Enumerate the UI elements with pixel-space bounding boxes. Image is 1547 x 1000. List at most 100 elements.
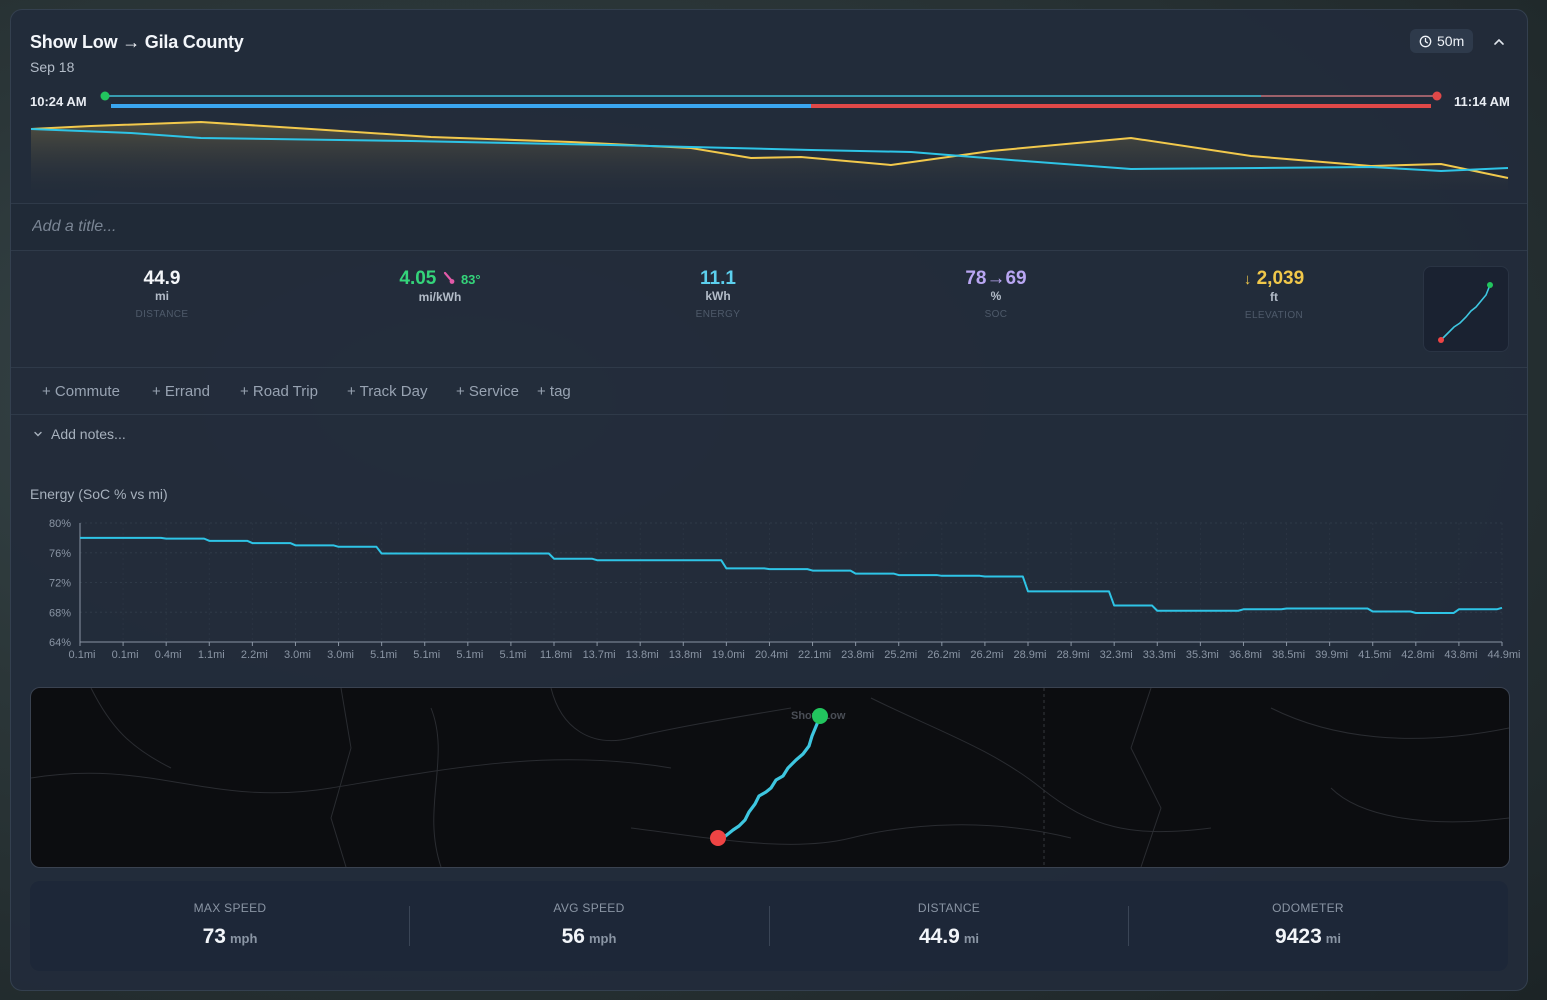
energy-x-tick-label: 5.1mi: [499, 649, 526, 661]
elevation-value: 2,039: [1256, 268, 1305, 289]
elevation-unit: ft: [1270, 290, 1278, 304]
stat-soc: 78→69 % SOC: [926, 268, 1066, 321]
energy-y-tick-label: 64%: [49, 637, 71, 649]
summary-max-speed: MAX SPEED 73 mph: [50, 881, 410, 971]
energy-y-tick-label: 80%: [49, 518, 71, 530]
energy-x-tick-label: 0.1mi: [69, 649, 96, 661]
summary-label: MAX SPEED: [193, 901, 267, 915]
route-map[interactable]: Show Low: [30, 687, 1510, 868]
energy-x-tick-label: 26.2mi: [970, 649, 1003, 661]
energy-x-tick-label: 28.9mi: [1013, 649, 1046, 661]
timeline-start-dot[interactable]: [100, 91, 110, 101]
distance-value: 44.9: [143, 268, 181, 289]
summary-odometer: ODOMETER 9423 mi: [1128, 881, 1488, 971]
summary-value: 56: [561, 925, 585, 948]
energy-x-tick-label: 3.0mi: [284, 649, 311, 661]
summary-unit: mph: [229, 931, 258, 946]
trip-title-input[interactable]: [30, 213, 934, 241]
stat-distance: 44.9 mi DISTANCE: [92, 268, 232, 321]
summary-distance: DISTANCE 44.9 mi: [769, 881, 1129, 971]
arrow-down-icon: ↓: [1243, 271, 1252, 288]
energy-x-tick-label: 19.0mi: [712, 649, 745, 661]
energy-x-tick-label: 3.0mi: [327, 649, 354, 661]
energy-x-tick-label: 32.3mi: [1100, 649, 1133, 661]
energy-x-tick-label: 1.1mi: [198, 649, 225, 661]
soc-unit: %: [990, 289, 1002, 303]
efficiency-value: 4.05: [399, 268, 437, 289]
tag-track-day[interactable]: + Track Day: [347, 383, 427, 400]
soc-value: 78→69: [965, 268, 1027, 289]
elevation-value-row: ↓ 2,039: [1204, 269, 1344, 290]
summary-value-row: 73 mph: [50, 925, 410, 949]
soc-label: SOC: [984, 309, 1008, 320]
energy-x-tick-label: 2.2mi: [241, 649, 268, 661]
energy-x-tick-label: 44.9mi: [1487, 649, 1520, 661]
summary-unit: mi: [963, 931, 980, 946]
tag-add[interactable]: + tag: [537, 383, 571, 400]
energy-chart[interactable]: 80%76%72%68%64%0.1mi 0.1mi 0.4mi 1.1mi 2.2mi…: [11, 505, 1528, 665]
mini-end-dot: [1438, 337, 1444, 343]
energy-x-tick-label: 33.3mi: [1143, 649, 1176, 661]
trip-timeline-chart[interactable]: [11, 10, 1528, 202]
mini-route-svg: [1438, 282, 1493, 343]
summary-value-row: 44.9 mi: [769, 925, 1129, 949]
summary-panel: MAX SPEED 73 mph AVG SPEED 56 mph DISTANCE…: [30, 881, 1508, 971]
tag-commute[interactable]: + Commute: [42, 383, 120, 400]
mini-route-map[interactable]: [1423, 266, 1509, 352]
mini-start-dot: [1487, 282, 1493, 288]
timeline-end-dot[interactable]: [1432, 91, 1442, 101]
energy-soc-line: [80, 536, 1503, 614]
tag-service[interactable]: + Service: [456, 383, 519, 400]
energy-x-tick-label: 25.2mi: [884, 649, 917, 661]
elevation-area: [31, 122, 1508, 190]
distance-label: DISTANCE: [135, 309, 189, 320]
energy-y-tick-label: 72%: [49, 578, 71, 590]
energy-x-tick-label: 0.4mi: [155, 649, 182, 661]
energy-x-tick-label: 22.1mi: [798, 649, 831, 661]
distance-unit: mi: [154, 289, 169, 303]
energy-x-tick-label: 13.8mi: [669, 649, 702, 661]
summary-value: 9423: [1275, 925, 1322, 948]
elevation-label: ELEVATION: [1244, 310, 1304, 321]
map-roads: [31, 688, 1509, 867]
energy-x-tick-label: 13.7mi: [583, 649, 616, 661]
energy-x-tick-label: 35.3mi: [1186, 649, 1219, 661]
route-map-svg: Show Low: [31, 688, 1509, 867]
summary-value-row: 9423 mi: [1128, 925, 1488, 949]
energy-x-tick-label: 26.2mi: [927, 649, 960, 661]
energy-x-tick-label: 11.8mi: [540, 649, 572, 661]
energy-label: ENERGY: [695, 309, 741, 320]
mini-route-line: [1440, 284, 1491, 341]
summary-value: 44.9: [918, 925, 960, 948]
thermometer-icon: [443, 271, 455, 284]
energy-x-tick-label: 20.4mi: [755, 649, 788, 661]
energy-value: 11.1: [700, 268, 736, 289]
energy-x-tick-label: 39.9mi: [1315, 649, 1348, 661]
summary-label: DISTANCE: [917, 901, 981, 915]
energy-x-tick-label: 5.1mi: [370, 649, 397, 661]
energy-chart-title: Energy (SoC % vs mi): [30, 486, 168, 502]
energy-x-tick-label: 13.8mi: [626, 649, 659, 661]
stat-efficiency: 4.05 83° mi/kWh: [370, 269, 510, 310]
energy-x-tick-label: 23.8mi: [841, 649, 874, 661]
summary-avg-speed: AVG SPEED 56 mph: [409, 881, 769, 971]
stat-elevation: ↓ 2,039 ft ELEVATION: [1204, 269, 1344, 322]
efficiency-value-row: 4.05 83°: [370, 269, 510, 290]
tag-errand[interactable]: + Errand: [152, 383, 210, 400]
energy-x-tick-label: 38.5mi: [1272, 649, 1305, 661]
summary-value: 73: [202, 925, 226, 948]
energy-x-tick-label: 28.9mi: [1057, 649, 1090, 661]
title-row: [11, 203, 1527, 251]
tag-road-trip[interactable]: + Road Trip: [240, 383, 318, 400]
efficiency-unit: mi/kWh: [418, 290, 462, 304]
trip-card: Show Low → Gila County Sep 18 50m 10:24 …: [10, 9, 1528, 991]
energy-x-tick-label: 41.5mi: [1358, 649, 1391, 661]
notes-label: Add notes...: [51, 426, 126, 442]
map-end-marker[interactable]: [710, 830, 726, 846]
summary-unit: mph: [588, 931, 617, 946]
summary-label: AVG SPEED: [553, 901, 625, 915]
notes-toggle[interactable]: Add notes...: [33, 426, 126, 442]
map-start-marker[interactable]: [812, 708, 828, 724]
energy-unit: kWh: [705, 289, 731, 303]
energy-x-tick-label: 0.1mi: [112, 649, 139, 661]
